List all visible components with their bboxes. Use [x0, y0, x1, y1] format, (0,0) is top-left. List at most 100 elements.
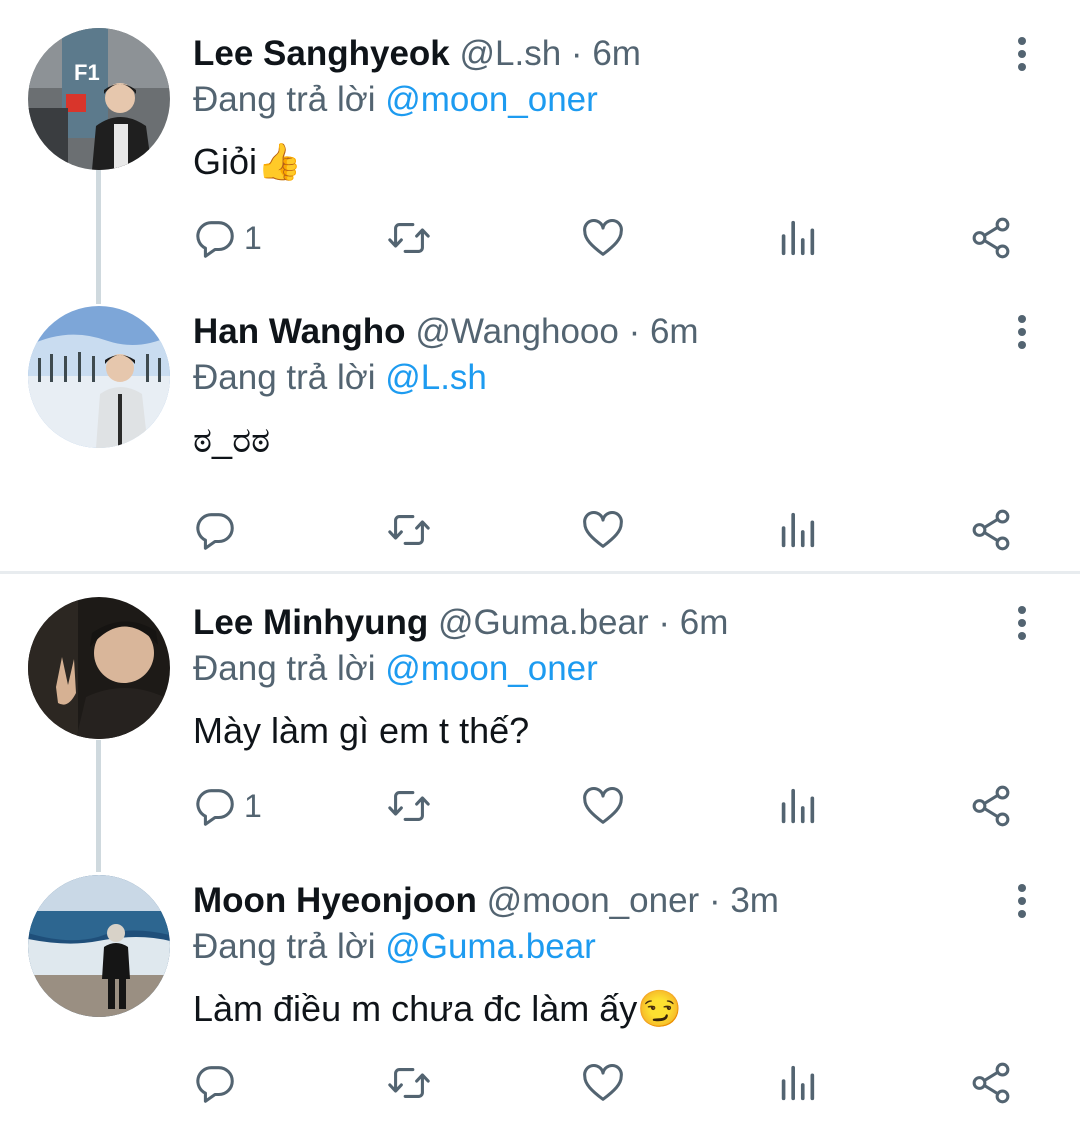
timestamp[interactable]: 6m [680, 603, 729, 642]
action-bar: 1 [0, 198, 1080, 278]
display-name[interactable]: Lee Sanghyeok [193, 34, 450, 73]
share-button[interactable] [968, 198, 1014, 278]
avatar[interactable] [28, 597, 170, 739]
reply-icon [196, 513, 234, 550]
replying-to: Đang trả lời @Guma.bear [193, 927, 596, 967]
handle[interactable]: @Guma.bear [438, 603, 649, 642]
tweet[interactable]: F1 Lee Sanghyeok @L.sh · 6m Đang trả lời… [0, 0, 1080, 290]
mention-link[interactable]: @Guma.bear [385, 927, 596, 966]
heart-icon [583, 218, 623, 256]
tweet[interactable]: Moon Hyeonjoon @moon_oner · 3m Đang trả … [0, 847, 1080, 1119]
reply-count: 1 [244, 219, 262, 256]
tweet-text: ಠ_ರಠ [193, 418, 270, 462]
timestamp[interactable]: 3m [730, 881, 779, 920]
replying-to: Đang trả lời @L.sh [193, 358, 487, 398]
retweet-button[interactable] [386, 490, 432, 570]
replying-label: Đang trả lời [193, 80, 376, 119]
reply-icon [196, 221, 234, 258]
heart-icon [583, 510, 623, 548]
heart-icon [583, 1063, 623, 1101]
tweet-text: Làm điều m chưa đc làm ấy😏 [193, 987, 682, 1031]
tweet-text-body: ಠ_ರಠ [193, 419, 271, 460]
tweet-text: Mày làm gì em t thế? [193, 709, 529, 753]
reply-icon [196, 1066, 234, 1103]
separator-dot: · [658, 603, 680, 642]
share-icon [972, 509, 1010, 551]
retweet-button[interactable] [386, 198, 432, 278]
analytics-button[interactable] [774, 198, 820, 278]
share-button[interactable] [968, 1043, 1014, 1123]
replying-to: Đang trả lời @moon_oner [193, 80, 598, 120]
tweet-header: Lee Sanghyeok @L.sh · 6m [193, 34, 641, 74]
analytics-button[interactable] [774, 1043, 820, 1123]
share-icon [972, 1062, 1010, 1104]
share-button[interactable] [968, 766, 1014, 846]
separator-dot: · [628, 312, 650, 351]
tweet-header: Lee Minhyung @Guma.bear · 6m [193, 603, 728, 643]
replying-label: Đang trả lời [193, 358, 376, 397]
handle[interactable]: @moon_oner [487, 881, 700, 920]
mention-link[interactable]: @L.sh [385, 358, 487, 397]
reply-count: 1 [244, 787, 262, 824]
share-icon [972, 217, 1010, 259]
reply-button[interactable]: 1 [192, 766, 262, 846]
avatar-sign-text: F1 [74, 60, 100, 85]
tweet-header: Moon Hyeonjoon @moon_oner · 3m [193, 881, 779, 921]
replying-label: Đang trả lời [193, 927, 376, 966]
action-bar [0, 1043, 1080, 1119]
avatar[interactable] [28, 306, 170, 448]
like-button[interactable] [580, 490, 626, 570]
separator-dot: · [708, 881, 731, 920]
retweet-button[interactable] [386, 1043, 432, 1123]
display-name[interactable]: Han Wangho [193, 312, 406, 351]
more-options-icon[interactable] [1007, 314, 1037, 350]
tweet[interactable]: Han Wangho @Wanghooo · 6m Đang trả lời @… [0, 278, 1080, 570]
analytics-button[interactable] [774, 490, 820, 570]
mention-link[interactable]: @moon_oner [385, 649, 598, 688]
avatar[interactable] [28, 875, 170, 1017]
display-name[interactable]: Moon Hyeonjoon [193, 881, 477, 920]
tweet-text: Giỏi👍 [193, 140, 302, 184]
analytics-icon [781, 220, 815, 256]
analytics-icon [781, 788, 815, 824]
reply-button[interactable]: 1 [192, 198, 262, 278]
retweet-icon [388, 515, 430, 545]
display-name[interactable]: Lee Minhyung [193, 603, 428, 642]
more-options-icon[interactable] [1007, 883, 1037, 919]
reply-button[interactable] [192, 490, 244, 570]
thumbs-up-emoji: 👍 [257, 141, 302, 182]
tweet-text-body: Mày làm gì em t thế? [193, 710, 530, 751]
analytics-icon [781, 1065, 815, 1101]
action-bar: 1 [0, 766, 1080, 846]
retweet-icon [388, 1068, 430, 1098]
share-button[interactable] [968, 490, 1014, 570]
replying-to: Đang trả lời @moon_oner [193, 649, 598, 689]
reply-button[interactable] [192, 1043, 244, 1123]
tweet-text-body: Giỏi [193, 141, 258, 182]
like-button[interactable] [580, 766, 626, 846]
handle[interactable]: @Wanghooo [415, 312, 619, 351]
heart-icon [583, 786, 623, 824]
handle[interactable]: @L.sh [460, 34, 562, 73]
action-bar [0, 490, 1080, 570]
like-button[interactable] [580, 198, 626, 278]
timestamp[interactable]: 6m [592, 34, 641, 73]
more-options-icon[interactable] [1007, 36, 1037, 72]
timestamp[interactable]: 6m [650, 312, 699, 351]
analytics-icon [781, 512, 815, 548]
replying-label: Đang trả lời [193, 649, 376, 688]
tweet-text-body: Làm điều m chưa đc làm ấy [193, 988, 638, 1029]
avatar[interactable]: F1 [28, 28, 170, 170]
retweet-icon [388, 223, 430, 253]
more-options-icon[interactable] [1007, 605, 1037, 641]
analytics-button[interactable] [774, 766, 820, 846]
smirk-emoji: 😏 [637, 988, 683, 1029]
mention-link[interactable]: @moon_oner [385, 80, 598, 119]
like-button[interactable] [580, 1043, 626, 1123]
tweet[interactable]: Lee Minhyung @Guma.bear · 6m Đang trả lờ… [0, 569, 1080, 859]
retweet-icon [388, 791, 430, 821]
reply-icon [196, 789, 234, 826]
tweet-header: Han Wangho @Wanghooo · 6m [193, 312, 699, 352]
share-icon [972, 785, 1010, 827]
retweet-button[interactable] [386, 766, 432, 846]
